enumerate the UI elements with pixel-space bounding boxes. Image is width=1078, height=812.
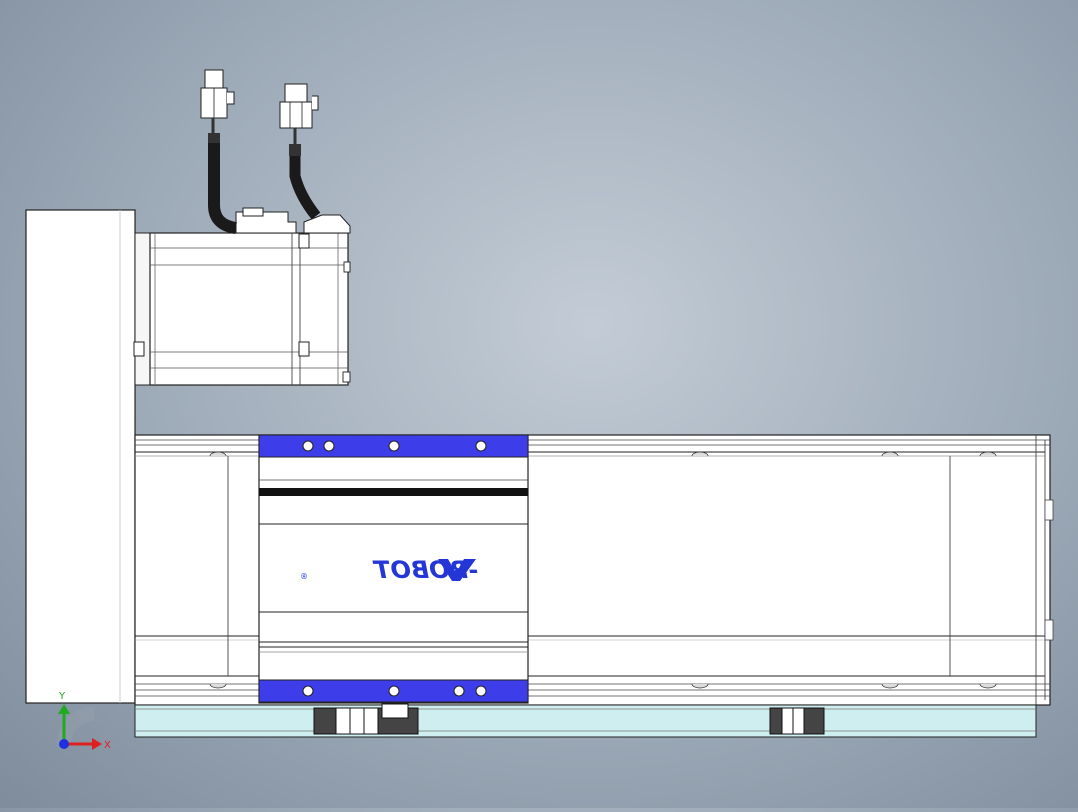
power-cable (279, 83, 321, 220)
base-rail (134, 704, 1037, 738)
linear-actuator-drawing: -ROBOT ® Y X (25, 69, 1054, 751)
brand-registered-mark: ® (300, 572, 308, 581)
motor-mount-bracket (25, 209, 136, 704)
slider-carriage: -ROBOT ® (258, 434, 529, 704)
cad-drawing-view: -ROBOT ® Y X (0, 0, 1078, 808)
servo-motor (133, 207, 351, 386)
x-axis-label: X (104, 740, 111, 751)
limit-sensor-right (769, 707, 825, 735)
encoder-cable (200, 69, 238, 234)
y-axis-label: Y (58, 691, 66, 702)
limit-sensor-left (313, 703, 419, 735)
z-axis-dot (59, 739, 69, 749)
